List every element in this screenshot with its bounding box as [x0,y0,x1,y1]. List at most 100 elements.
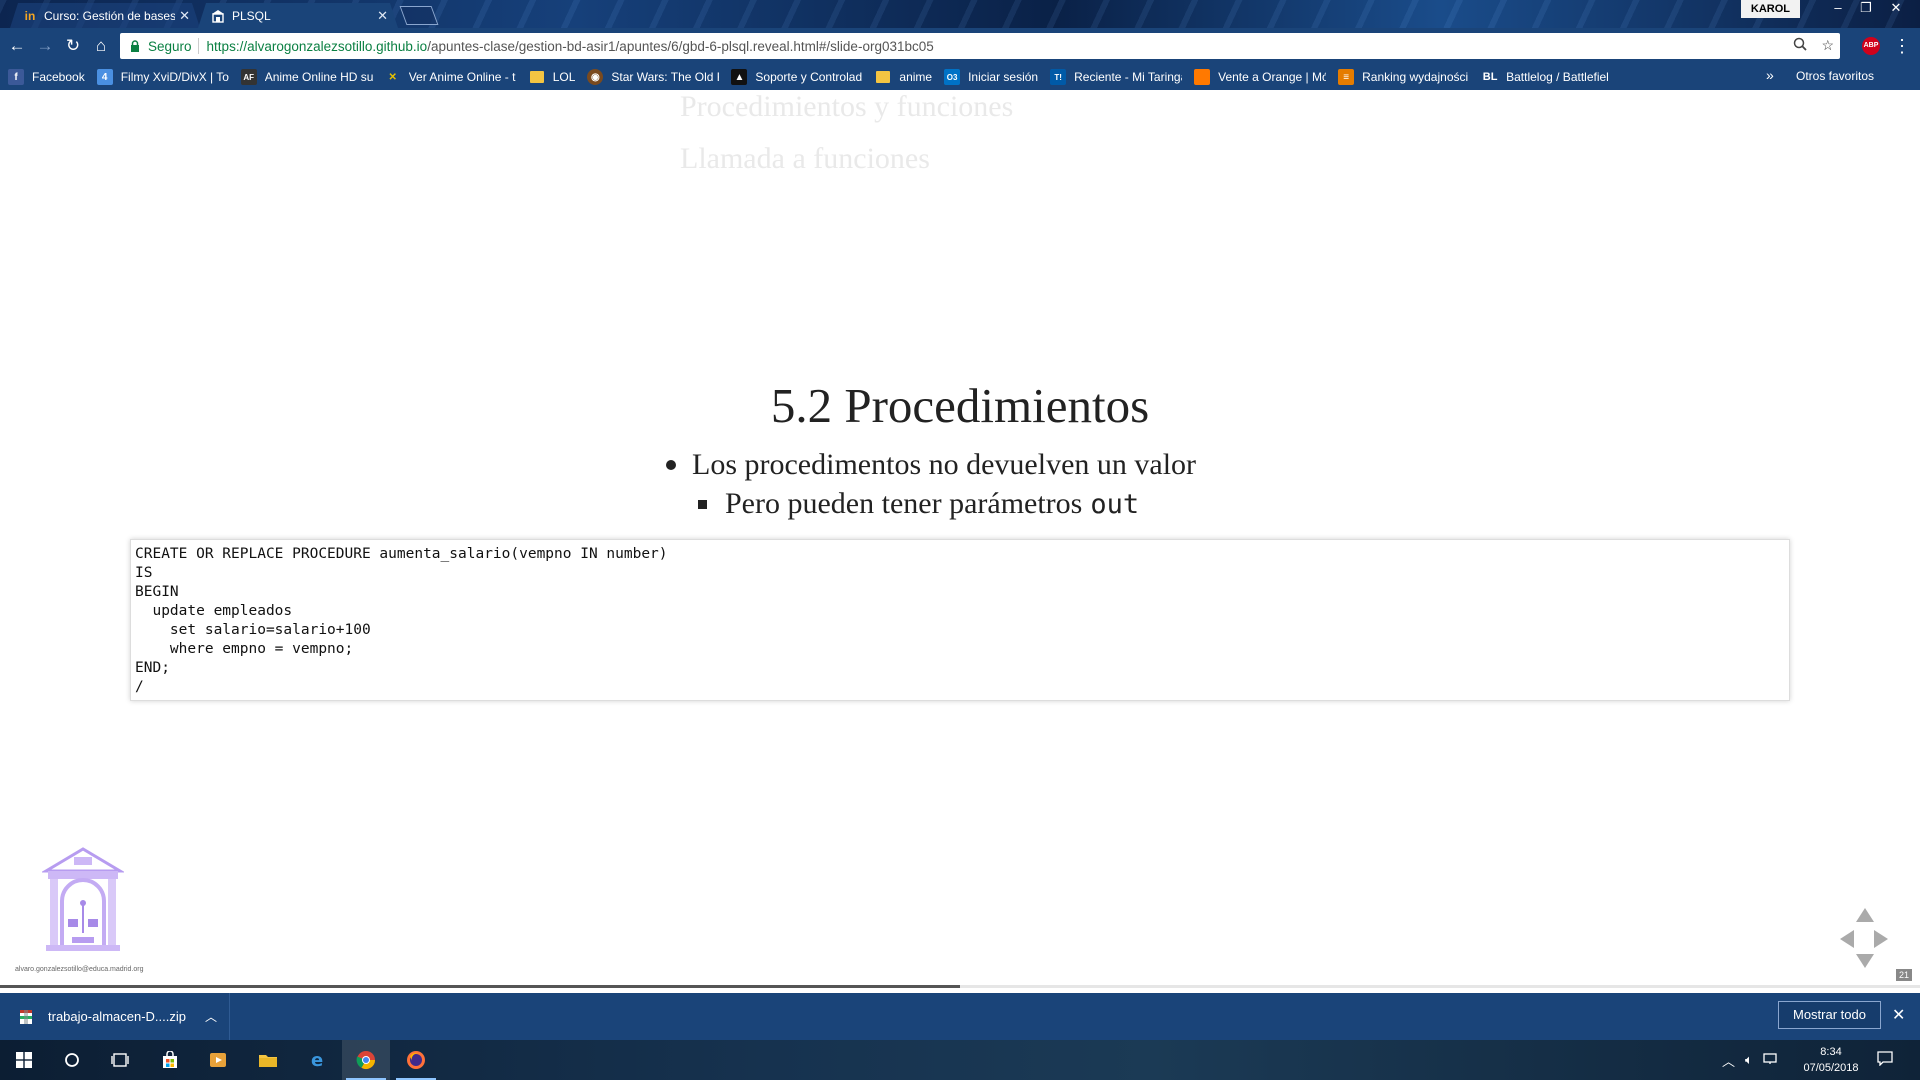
slide-number: 21 [1896,969,1913,981]
bookmark-label: Filmy XviD/DivX | To [120,70,229,84]
back-icon[interactable]: ← [6,35,28,57]
windows-start-icon[interactable] [0,1040,48,1080]
chrome-icon[interactable] [342,1040,390,1080]
bookmark-item[interactable]: O3 Iniciar sesión [944,69,1038,85]
media-player-icon[interactable] [194,1040,242,1080]
building-icon [210,8,226,24]
svg-text:e: e [311,1051,323,1069]
network-icon[interactable] [1763,1052,1777,1068]
slide-progress-fill [0,985,960,988]
omnibox-actions: ☆ [1793,37,1834,54]
firefox-icon[interactable] [392,1040,440,1080]
volume-icon[interactable]: 🔈︎ [1745,1052,1753,1068]
bookmark-label: Ver Anime Online - t [408,70,516,84]
edge-icon[interactable]: e [294,1040,342,1080]
close-window-icon[interactable]: ✕ [1882,0,1910,18]
home-icon[interactable]: ⌂ [90,35,112,57]
bookmark-label: Star Wars: The Old R [611,70,720,84]
ranking-icon: ≡ [1338,69,1355,85]
profile-badge[interactable]: KAROL [1740,0,1800,18]
amd-icon: ▲ [731,69,748,85]
bookmark-folder-lol[interactable]: LOL [529,69,576,85]
folder-icon [875,69,891,85]
slide-title: 5.2 Procedimientos [770,378,1150,433]
bookmark-item[interactable]: ▲ Soporte y Controlad [731,69,863,85]
chevron-up-icon[interactable]: ︿ [1722,1051,1735,1070]
bookmark-item[interactable]: AF Anime Online HD su [240,69,373,85]
bookmark-item[interactable]: ◉ Star Wars: The Old R [587,69,719,85]
bookmark-label: Iniciar sesión [968,70,1039,84]
url-scheme: https:// [206,38,248,54]
nav-left-arrow-icon[interactable] [1840,930,1854,948]
bookmark-label: anime [899,70,933,84]
task-view-icon[interactable] [96,1040,144,1080]
bullet-dot-icon [666,460,676,470]
in-icon: in [24,8,36,23]
new-tab-button[interactable] [399,6,439,25]
restore-icon[interactable]: ❐ [1852,0,1880,18]
file-explorer-icon[interactable] [244,1040,292,1080]
kebab-menu-icon[interactable]: ⋮ [1893,35,1911,57]
reload-icon[interactable]: ↻ [62,35,84,57]
omnibox-divider [197,38,199,54]
download-file-name: trabajo-almacen-D....zip [48,1009,186,1024]
bookmark-label: LOL [552,70,576,84]
previous-slide-ghost-text: Llamada a funciones [680,142,930,175]
clock-time: 8:34 [1820,1046,1842,1058]
school-logo [40,845,126,955]
taskbar-clock[interactable]: 8:34 07/05/2018 [1796,1044,1866,1076]
bookmark-item[interactable]: BL Battlelog / Battlefiel [1482,69,1614,85]
tab-title: Curso: Gestión de bases d [44,8,176,23]
nav-down-arrow-icon[interactable] [1856,954,1874,968]
slide-progress-bar [0,985,1920,988]
bookmark-item[interactable]: ≡ Ranking wydajności [1338,69,1470,85]
bullet-text: Pero pueden tener parámetros [725,487,1083,520]
other-bookmarks-label: Otros favoritos [1796,69,1875,83]
browser-title-bar: in Curso: Gestión de bases d ✕ PLSQL ✕ K… [0,0,1920,28]
bookmark-item[interactable]: ✕ Ver Anime Online - t [385,69,517,85]
bookmark-star-icon[interactable]: ☆ [1821,37,1834,54]
minimize-icon[interactable]: – [1824,0,1852,18]
tab-plsql[interactable]: PLSQL ✕ [198,3,398,28]
anime-site-icon: ✕ [388,71,397,83]
zip-file-icon [18,1009,34,1025]
battlelog-icon: BL [1482,71,1498,83]
secure-label: Seguro [148,38,192,54]
star-wars-icon: ◉ [587,69,604,85]
action-center-icon[interactable] [1877,1050,1893,1071]
bullet-item: Los procedimentos no devuelven un valor [666,448,1196,482]
address-bar[interactable]: Seguro https://alvarogonzalezsotillo.git… [120,33,1840,59]
bookmark-item[interactable]: Vente a Orange | Mó [1194,69,1326,85]
zoom-icon[interactable] [1793,37,1808,54]
bookmark-label: Ranking wydajności [1362,70,1469,84]
bookmarks-overflow-icon[interactable]: » [1766,67,1774,83]
download-shelf: trabajo-almacen-D....zip ︿ Mostrar todo … [0,993,1920,1040]
close-icon[interactable]: ✕ [179,8,190,24]
show-all-downloads-button[interactable]: Mostrar todo [1778,1001,1881,1029]
forward-icon[interactable]: → [34,35,56,57]
bookmark-item[interactable]: T! Reciente - Mi Taringa [1050,69,1182,85]
nav-right-arrow-icon[interactable] [1874,930,1888,948]
other-bookmarks-folder[interactable]: Otros favoritos [1796,69,1874,83]
windows-taskbar: e ︿ 🔈︎ 8:34 07/05/2018 [0,1040,1920,1080]
nav-up-arrow-icon[interactable] [1856,908,1874,922]
url-text[interactable]: https://alvarogonzalezsotillo.github.io/… [207,39,934,54]
chevron-up-icon[interactable]: ︿ [205,1008,217,1025]
close-icon[interactable]: ✕ [377,8,388,24]
adblock-icon[interactable]: ABP [1862,37,1880,55]
bookmark-label: Soporte y Controlad [755,70,863,84]
bookmark-item[interactable]: 4 Filmy XviD/DivX | To [96,69,229,85]
bookmark-item[interactable]: f Facebook [8,69,85,85]
download-item[interactable]: trabajo-almacen-D....zip ︿ [0,993,230,1040]
close-icon[interactable]: ✕ [1892,1005,1905,1025]
url-path: /apuntes-clase/gestion-bd-asir1/apuntes/… [427,38,934,54]
filmy-icon: 4 [96,69,113,85]
search-cortana-icon[interactable] [48,1040,96,1080]
inline-code: out [1090,488,1140,520]
bookmark-folder-anime[interactable]: anime [875,69,932,85]
tab-curso[interactable]: in Curso: Gestión de bases d ✕ [10,3,200,28]
store-icon[interactable] [146,1040,194,1080]
lock-icon [128,39,142,53]
bullet-square-icon [698,499,707,509]
code-block[interactable]: CREATE OR REPLACE PROCEDURE aumenta_sala… [130,539,1790,701]
